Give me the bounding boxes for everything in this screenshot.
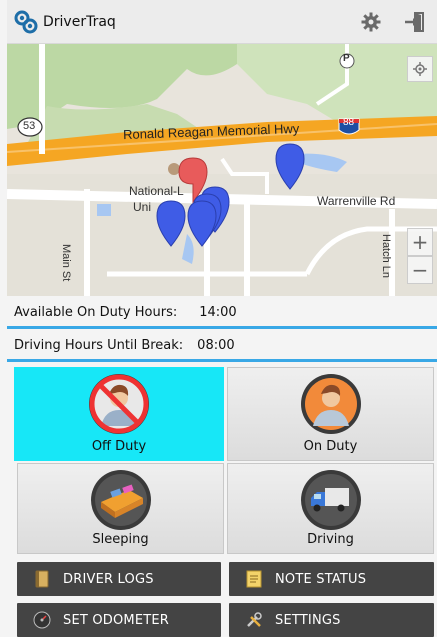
sleeping-button[interactable]: Sleeping bbox=[17, 463, 224, 554]
set-odometer-button[interactable]: SET ODOMETER bbox=[17, 603, 221, 637]
odometer-icon bbox=[31, 609, 53, 631]
set-odometer-label: SET ODOMETER bbox=[63, 612, 170, 628]
drivertraq-logo-icon bbox=[14, 10, 38, 33]
my-location-button[interactable] bbox=[407, 56, 433, 82]
tools-icon bbox=[243, 609, 265, 631]
driver-logs-button[interactable]: DRIVER LOGS bbox=[17, 562, 221, 596]
driver-logs-label: DRIVER LOGS bbox=[63, 571, 154, 587]
note-icon bbox=[243, 568, 265, 590]
off-duty-label: Off Duty bbox=[91, 439, 147, 454]
place-label-1: National-L bbox=[129, 184, 184, 198]
shield-88-label: 88 bbox=[343, 117, 355, 128]
on-duty-hours-label: Available On Duty Hours: bbox=[14, 305, 178, 320]
road-label-main: Main St bbox=[60, 244, 72, 282]
on-duty-hours-value: 14:00 bbox=[199, 305, 237, 320]
break-hours-row: Driving Hours Until Break: 08:00 bbox=[7, 329, 437, 362]
break-hours-value: 08:00 bbox=[197, 338, 235, 353]
settings-label: SETTINGS bbox=[275, 612, 341, 628]
off-duty-driver-icon bbox=[89, 374, 149, 434]
logout-button[interactable] bbox=[397, 4, 433, 40]
on-duty-hours-row: Available On Duty Hours: 14:00 bbox=[7, 296, 437, 329]
note-status-button[interactable]: NOTE STATUS bbox=[229, 562, 434, 596]
break-hours-label: Driving Hours Until Break: bbox=[14, 338, 184, 353]
hours-panel: Available On Duty Hours: 14:00 Driving H… bbox=[7, 296, 437, 362]
exit-icon bbox=[405, 11, 424, 32]
on-duty-label: On Duty bbox=[303, 439, 358, 454]
settings-button[interactable]: SETTINGS bbox=[229, 603, 434, 637]
on-duty-button[interactable]: On Duty bbox=[227, 367, 434, 461]
driving-label: Driving bbox=[307, 532, 354, 547]
settings-gear-button[interactable] bbox=[353, 4, 389, 40]
road-label-warrenville: Warrenville Rd bbox=[317, 194, 396, 208]
parking-label: P bbox=[343, 53, 350, 64]
zoom-in-button[interactable]: + bbox=[407, 228, 433, 256]
map-view[interactable]: 53 88 P Ronald Reagan Memorial Hwy Warre… bbox=[7, 44, 437, 296]
driving-button[interactable]: Driving bbox=[227, 463, 434, 554]
off-duty-button[interactable]: Off Duty bbox=[14, 367, 224, 461]
crosshair-icon bbox=[413, 62, 427, 76]
place-label-2: Uni bbox=[133, 200, 152, 214]
road-label-hatch: Hatch Ln bbox=[380, 234, 392, 279]
divider bbox=[7, 359, 437, 362]
driving-truck-icon bbox=[300, 470, 361, 530]
logbook-icon bbox=[31, 568, 53, 590]
on-duty-driver-icon bbox=[300, 374, 361, 434]
app-bar: DriverTraq bbox=[7, 0, 437, 44]
note-status-label: NOTE STATUS bbox=[275, 571, 367, 587]
app-title: DriverTraq bbox=[43, 13, 116, 30]
divider bbox=[7, 326, 437, 329]
zoom-out-button[interactable]: − bbox=[407, 256, 433, 284]
sleeping-bed-icon bbox=[90, 470, 151, 530]
gear-icon bbox=[361, 12, 381, 31]
sleeping-label: Sleeping bbox=[92, 532, 149, 547]
shield-53-label: 53 bbox=[23, 120, 36, 132]
